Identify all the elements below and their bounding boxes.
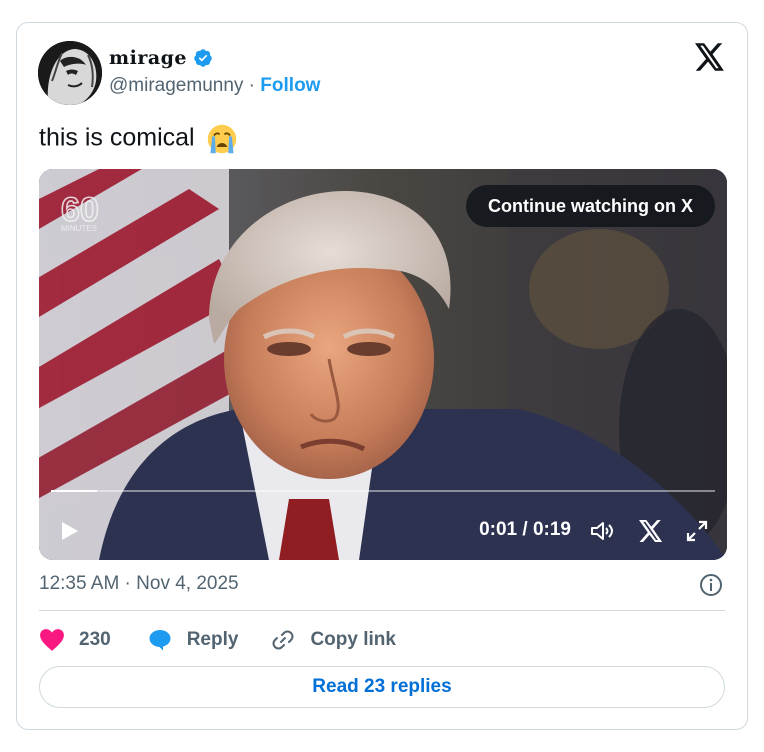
author-handle[interactable]: @miragemunny	[109, 75, 243, 96]
reply-button[interactable]: Reply	[147, 628, 239, 652]
video-player[interactable]: 60 MINUTES Continue watching on X 0:01 /…	[39, 169, 727, 560]
loudly-crying-face-emoji	[207, 124, 236, 154]
tweet-timestamp[interactable]: 12:35 AM · Nov 4, 2025	[39, 573, 239, 595]
x-logo-icon[interactable]	[695, 43, 725, 71]
time-display: 0:01 / 0:19	[479, 519, 571, 540]
reply-label: Reply	[186, 629, 239, 650]
link-icon	[272, 630, 294, 650]
fullscreen-icon[interactable]	[685, 519, 709, 543]
like-count: 230	[79, 629, 111, 650]
divider	[39, 610, 725, 611]
read-replies-button[interactable]: Read 23 replies	[39, 666, 725, 708]
volume-icon[interactable]	[589, 519, 615, 543]
tweet-text: this is comical	[39, 123, 238, 155]
copy-link-button[interactable]: Copy link	[270, 628, 396, 652]
author-display-name[interactable]: mirage	[109, 47, 187, 69]
speech-bubble-icon	[149, 630, 171, 651]
watermark-label: MINUTES	[61, 224, 97, 233]
copy-link-label: Copy link	[310, 629, 396, 650]
x-logo-icon[interactable]	[639, 519, 663, 543]
author-handle-row: @miragemunny · Follow	[109, 75, 320, 97]
avatar[interactable]	[38, 41, 102, 105]
heart-icon	[40, 629, 64, 651]
like-button[interactable]: 230	[39, 628, 111, 652]
progress-track[interactable]	[51, 490, 715, 492]
author-name-row: mirage	[109, 47, 213, 69]
verified-badge-icon	[194, 49, 212, 67]
separator: ·	[243, 75, 261, 96]
info-icon[interactable]	[699, 573, 723, 597]
continue-watching-button[interactable]: Continue watching on X	[466, 185, 715, 227]
progress-fill	[51, 490, 98, 492]
follow-button[interactable]: Follow	[260, 75, 320, 96]
tweet-actions: 230 Reply Copy link	[39, 625, 396, 655]
tweet-text-content: this is comical	[39, 123, 195, 152]
tweet-card: mirage @miragemunny · Follow this is com…	[16, 22, 748, 730]
video-frame: 60 MINUTES	[39, 169, 727, 560]
avatar-image	[38, 41, 102, 105]
play-icon[interactable]	[57, 519, 81, 543]
